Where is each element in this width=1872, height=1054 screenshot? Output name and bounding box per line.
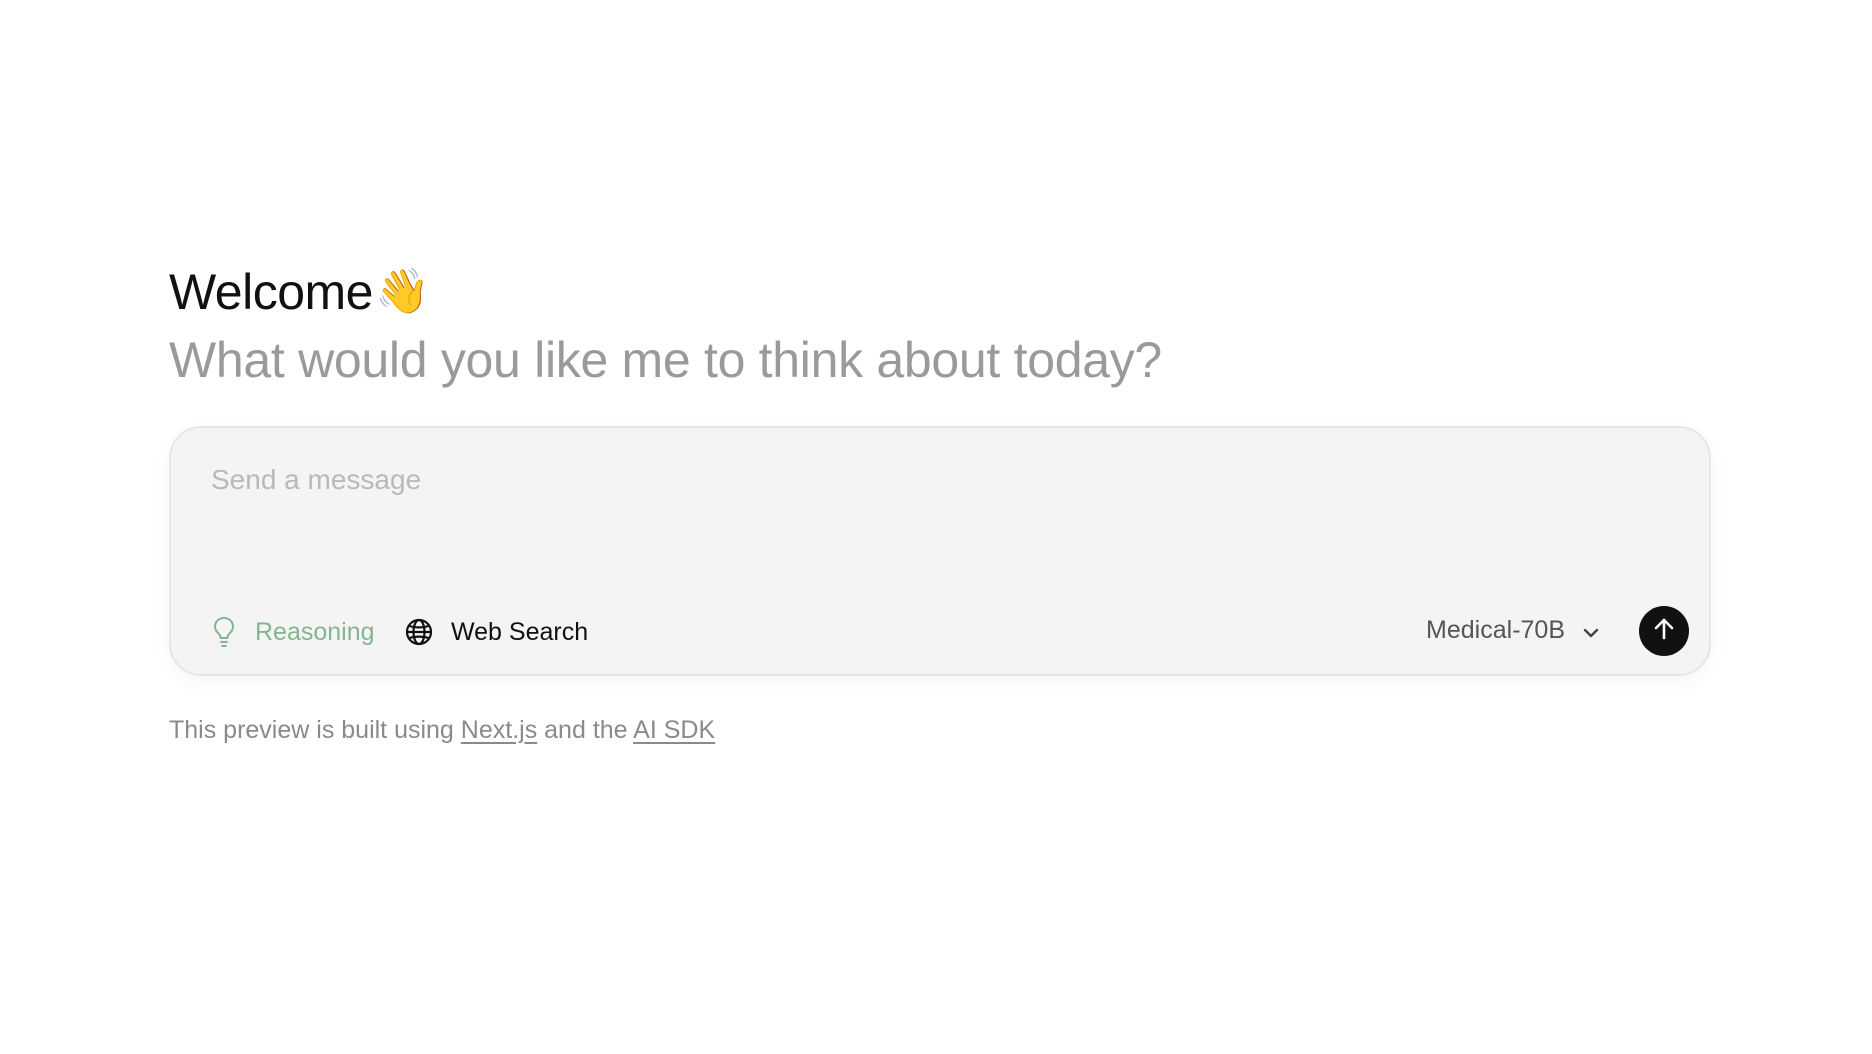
welcome-section: Welcome 👋 What would you like me to think…: [169, 262, 1713, 744]
reasoning-toggle[interactable]: Reasoning: [211, 614, 375, 650]
footer-note: This preview is built using Next.js and …: [169, 714, 715, 746]
lightbulb-icon: [211, 615, 237, 649]
nextjs-link[interactable]: Next.js: [461, 716, 537, 744]
welcome-title: Welcome 👋: [169, 262, 1713, 322]
welcome-subtitle: What would you like me to think about to…: [169, 332, 1162, 388]
chevron-down-icon: [1583, 616, 1599, 645]
web-search-toggle[interactable]: Web Search: [405, 614, 588, 650]
globe-icon: [405, 618, 433, 646]
message-composer: Reasoning Web Search Medical-70B: [169, 426, 1711, 676]
arrow-up-icon: [1653, 617, 1675, 646]
waving-hand-icon: 👋: [374, 266, 430, 317]
message-input[interactable]: [211, 462, 1651, 552]
welcome-title-text: Welcome: [169, 264, 373, 320]
model-selector[interactable]: Medical-70B: [1426, 610, 1599, 650]
ai-sdk-link[interactable]: AI SDK: [633, 716, 715, 744]
model-selector-label: Medical-70B: [1426, 615, 1565, 644]
web-search-label: Web Search: [451, 617, 589, 646]
footer-prefix: This preview is built using: [169, 716, 454, 744]
reasoning-label: Reasoning: [255, 617, 375, 646]
footer-middle: and the: [544, 716, 628, 744]
send-button[interactable]: [1639, 606, 1689, 656]
